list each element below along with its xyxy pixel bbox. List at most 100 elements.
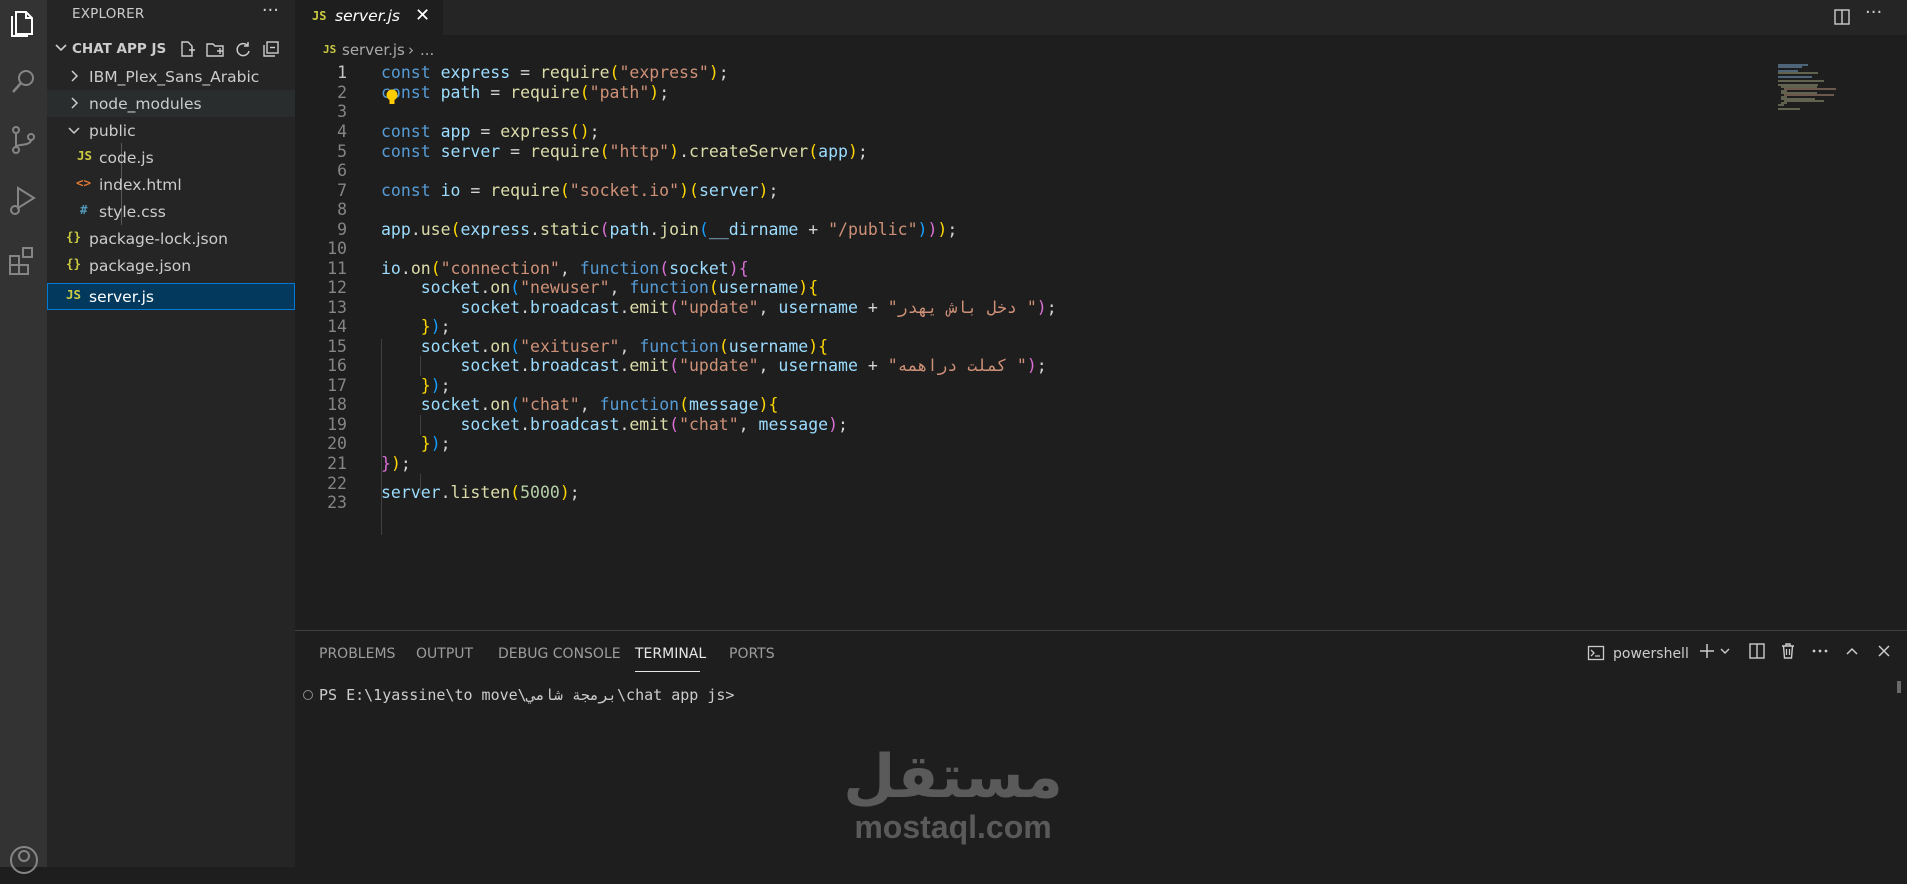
tree-label: public (89, 122, 136, 140)
js-file-icon: JS (66, 287, 82, 302)
code-line: }); (420, 317, 451, 336)
tree-file-package-json[interactable]: {} package.json (47, 252, 295, 279)
breadcrumb-file[interactable]: server.js (342, 41, 405, 59)
line-number: 22 (327, 474, 347, 493)
chevron-right-icon (71, 97, 79, 109)
code-line: const path = require("path"); (381, 83, 670, 102)
tree-file-server-js[interactable]: JS server.js (47, 283, 295, 310)
tree-file-index-html[interactable]: <> index.html (47, 171, 295, 198)
tab-server-js[interactable]: JS server.js ✕ (295, 0, 443, 35)
new-file-icon[interactable] (177, 39, 197, 59)
line-number: 14 (327, 317, 347, 336)
line-number: 1 (337, 63, 347, 82)
code-line: socket.broadcast.emit("chat", message); (460, 415, 848, 434)
maximize-panel-icon[interactable] (1842, 641, 1862, 661)
code-line: socket.broadcast.emit("update", username… (460, 356, 1047, 375)
line-number: 11 (327, 259, 347, 278)
code-line: }); (420, 376, 451, 395)
terminal-prompt[interactable]: PS E:\1yassine\to move\برمجة شامي\chat a… (319, 686, 734, 704)
tree-label: code.js (99, 149, 154, 167)
tab-problems[interactable]: PROBLEMS (319, 646, 395, 662)
explorer-header: EXPLORER ··· (47, 0, 295, 28)
tab-output[interactable]: OUTPUT (416, 646, 473, 662)
project-header[interactable]: CHAT APP JS (47, 36, 295, 62)
bottom-panel: PROBLEMS OUTPUT DEBUG CONSOLE TERMINAL P… (295, 630, 1907, 868)
more-actions-icon[interactable]: ··· (262, 0, 279, 21)
minimap[interactable] (1775, 63, 1895, 123)
js-file-icon: JS (312, 9, 327, 23)
extensions-icon[interactable] (4, 240, 44, 280)
line-number: 3 (337, 102, 347, 121)
tab-label: server.js (335, 7, 400, 25)
line-number: 21 (327, 454, 347, 473)
collapse-all-icon[interactable] (261, 39, 281, 59)
tree-label: index.html (99, 176, 182, 194)
line-number: 13 (327, 298, 347, 317)
breadcrumb-symbols[interactable]: ... (420, 41, 434, 59)
tree-label: package-lock.json (89, 230, 228, 248)
line-number: 4 (337, 122, 347, 141)
code-line: server.listen(5000); (381, 483, 580, 502)
chevron-down-icon[interactable] (1715, 641, 1735, 661)
json-file-icon: {} (66, 229, 82, 244)
tab-ports[interactable]: PORTS (729, 646, 775, 662)
line-number: 12 (327, 278, 347, 297)
css-file-icon: # (80, 202, 88, 217)
editor-tab-bar: JS server.js ✕ ··· (295, 0, 1907, 35)
close-panel-icon[interactable] (1874, 641, 1894, 661)
line-number: 2 (337, 83, 347, 102)
tree-file-package-lock[interactable]: {} package-lock.json (47, 225, 295, 252)
activity-bar (0, 0, 47, 874)
code-line: socket.on("newuser", function(username){ (420, 278, 819, 297)
lightbulb-icon[interactable] (385, 89, 399, 107)
tree-folder-public[interactable]: public (47, 117, 295, 144)
line-number: 8 (337, 200, 347, 219)
split-editor-icon[interactable] (1833, 8, 1851, 26)
search-icon[interactable] (4, 62, 44, 102)
split-terminal-icon[interactable] (1747, 641, 1767, 661)
terminal-icon (1587, 645, 1605, 661)
account-icon[interactable] (4, 840, 44, 880)
tree-label: IBM_Plex_Sans_Arabic (89, 68, 260, 86)
terminal-scrollbar[interactable] (1897, 681, 1901, 693)
run-debug-icon[interactable] (4, 180, 44, 220)
chevron-down-icon (55, 44, 67, 52)
line-number: 7 (337, 181, 347, 200)
source-control-icon[interactable] (4, 120, 44, 160)
tree-folder-node-modules[interactable]: node_modules (47, 90, 295, 117)
breadcrumb-separator: › (408, 41, 414, 59)
trash-icon[interactable] (1778, 641, 1798, 661)
new-terminal-icon[interactable] (1697, 641, 1717, 661)
code-line: socket.on("chat", function(message){ (420, 395, 779, 414)
js-file-icon: JS (323, 43, 337, 56)
tree-file-code-js[interactable]: JS code.js (47, 144, 295, 171)
active-tab-indicator (635, 671, 700, 672)
tree-folder-ibm-plex[interactable]: IBM_Plex_Sans_Arabic (47, 63, 295, 90)
line-number: 23 (327, 493, 347, 512)
project-name: CHAT APP JS (72, 41, 167, 57)
mostaql-watermark: مستقل mostaql.com (838, 745, 1068, 851)
chevron-down-icon (68, 127, 80, 135)
code-line: socket.broadcast.emit("update", username… (460, 298, 1057, 317)
tab-debug-console[interactable]: DEBUG CONSOLE (498, 646, 621, 662)
tab-terminal[interactable]: TERMINAL (635, 646, 706, 662)
json-file-icon: {} (66, 256, 82, 271)
tree-label: style.css (99, 203, 166, 221)
editor-scrollbar[interactable] (1895, 63, 1907, 630)
terminal-shell-name[interactable]: powershell (1613, 646, 1689, 662)
code-editor[interactable]: 1 2 3 4 5 6 7 8 9 10 11 12 13 14 15 16 17 18 19 20 21 22 23 co… (295, 63, 1907, 630)
more-actions-icon[interactable]: ··· (1865, 2, 1882, 23)
code-line: io.on("connection", function(socket){ (381, 259, 749, 278)
code-line: const io = require("socket.io")(server); (381, 181, 779, 200)
breadcrumb: JS server.js › ... (295, 35, 1907, 63)
line-number: 17 (327, 376, 347, 395)
new-folder-icon[interactable] (205, 39, 225, 59)
close-icon[interactable]: ✕ (415, 5, 430, 26)
tree-file-style-css[interactable]: # style.css (47, 198, 295, 225)
explorer-icon[interactable] (4, 2, 44, 42)
line-number: 20 (327, 434, 347, 453)
more-actions-icon[interactable] (1810, 641, 1830, 661)
line-number: 5 (337, 142, 347, 161)
code-line: }); (420, 434, 451, 453)
refresh-icon[interactable] (233, 39, 253, 59)
